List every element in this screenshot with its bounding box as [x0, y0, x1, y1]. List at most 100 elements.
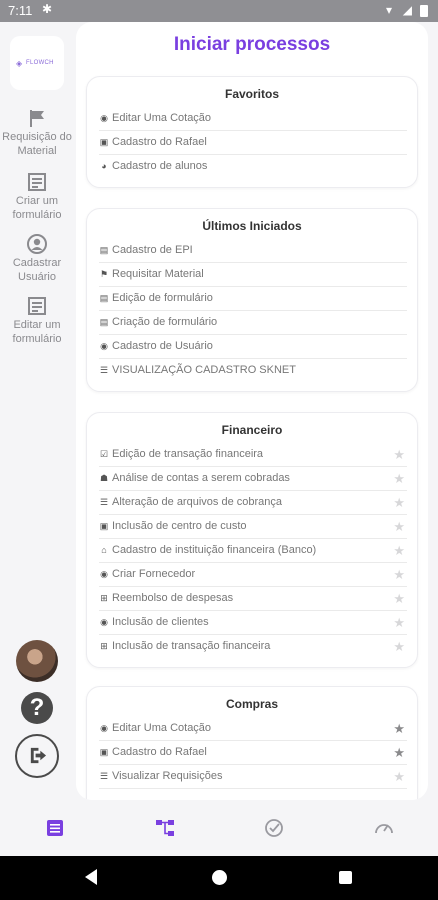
star-icon[interactable]: ★ — [393, 491, 405, 514]
card-financeiro: Financeiro ☑ Edição de transação financei… — [86, 412, 418, 668]
star-icon[interactable]: ★ — [393, 443, 405, 466]
list-item-label: Cadastro do Rafael — [112, 746, 207, 758]
grid-icon: ⊞ — [100, 641, 108, 651]
dashboard-tab-icon[interactable] — [374, 818, 394, 838]
card-title: Favoritos — [224, 87, 279, 101]
list-item[interactable]: ◉ Cadastro de Usuário — [99, 335, 407, 359]
list-item[interactable]: ◕ Cadastro de alunos — [99, 155, 407, 179]
sidebar: ◈ FLOWCH Requisição do Material Criar um… — [0, 22, 74, 802]
sidebar-item-label: Requisição do Material — [2, 131, 72, 157]
card-favoritos: Favoritos ◉ Editar Uma Cotação ▣ Cadastro … — [86, 76, 418, 188]
list-item-label: Cadastro do Rafael — [112, 136, 207, 148]
card-compras: Compras ◉ Editar Uma Cotação ★ ▣ Cadastro d… — [86, 686, 418, 800]
list-item[interactable]: ☰ Alteração de arquivos de cobrança ★ — [99, 491, 407, 515]
list-item-label: Editar Uma Cotação — [112, 722, 212, 734]
list-item[interactable]: ▤ Edição de formulário — [99, 287, 407, 311]
sidebar-item-cadastrar-usuario[interactable]: Cadastrar Usuário — [0, 234, 74, 284]
list-item-label: Visualizar Requisições — [112, 770, 223, 782]
list-icon: ☰ — [99, 497, 109, 507]
list-item-label: Inclusão de transação financeira — [112, 640, 271, 652]
signal-icon: ◢ — [402, 3, 412, 17]
eye-icon: ◉ — [100, 723, 108, 733]
list-item[interactable]: ⊞ Reembolso de despesas ★ — [99, 587, 407, 611]
forms-tab-icon[interactable] — [45, 818, 65, 838]
status-bar: 7:11 ✱ ▾ ◢ — [0, 0, 438, 22]
back-icon[interactable] — [85, 869, 97, 885]
home-icon[interactable] — [212, 870, 227, 885]
list-icon: ☰ — [99, 365, 109, 375]
list-item[interactable]: ▣ Cadastro do Rafael ★ — [99, 741, 407, 765]
app-logo[interactable]: ◈ FLOWCH — [10, 36, 64, 90]
list-item-label: Criação de formulário — [112, 316, 218, 328]
cog-icon: ▣ — [99, 137, 109, 147]
help-icon[interactable]: ? — [21, 692, 53, 724]
list-item[interactable]: ◉ Inclusão de clientes ★ — [99, 611, 407, 635]
star-icon[interactable]: ★ — [393, 765, 405, 788]
sidebar-item-editar-formulario[interactable]: Editar um formulário — [0, 296, 74, 346]
recent-apps-icon[interactable] — [339, 871, 352, 884]
list-item-label: Inclusão de centro de custo — [112, 520, 247, 532]
star-icon[interactable]: ★ — [393, 717, 405, 740]
list-item[interactable]: ▣ Inclusão de centro de custo ★ — [99, 515, 407, 539]
system-nav-bar — [0, 856, 438, 900]
main-panel: Iniciar processos Favoritos ◉ Editar Uma … — [76, 22, 428, 800]
list-item-label: Cadastro de Usuário — [112, 340, 213, 352]
list-item-label: Criar Fornecedor — [112, 568, 196, 580]
card-title: Compras — [225, 697, 278, 711]
page-title: Iniciar processos — [173, 34, 331, 55]
cog-icon: ▣ — [99, 747, 109, 757]
list-item[interactable]: ◉ Criar Fornecedor ★ — [99, 563, 407, 587]
settings-status-icon: ✱ — [42, 2, 53, 16]
eye-icon: ◉ — [100, 113, 108, 123]
pie-icon: ◕ — [101, 161, 107, 171]
list-item[interactable]: ☑ Edição de transação financeira ★ — [99, 443, 407, 467]
list-item[interactable]: ◉ Editar Uma Cotação — [99, 107, 407, 131]
card-title: Últimos Iniciados — [202, 219, 302, 233]
star-icon[interactable]: ★ — [393, 587, 405, 610]
list-item-label: Análise de contas a serem cobradas — [112, 472, 290, 484]
sidebar-item-label: Criar um formulário — [12, 195, 62, 221]
card-title: Financeiro — [221, 423, 283, 437]
list-item[interactable]: ☰ VISUALIZAÇÃO CADASTRO SKNET — [99, 359, 407, 383]
eye-icon: ◉ — [100, 617, 108, 627]
avatar[interactable] — [16, 640, 58, 682]
star-icon[interactable]: ★ — [393, 539, 405, 562]
star-icon[interactable]: ★ — [393, 611, 405, 634]
status-time: 7:11 — [8, 3, 33, 18]
list-item[interactable]: ☗ Análise de contas a serem cobradas ★ — [99, 467, 407, 491]
tasks-tab-icon[interactable] — [264, 818, 284, 838]
processes-tab-icon[interactable] — [155, 818, 175, 838]
sidebar-item-criar-formulario[interactable]: Criar um formulário — [0, 172, 74, 222]
list-item-label: Inclusão de clientes — [112, 616, 209, 628]
list-item-label: Reembolso de despesas — [112, 592, 234, 604]
star-icon[interactable]: ★ — [393, 635, 405, 658]
star-icon[interactable]: ★ — [393, 467, 405, 490]
sidebar-item-requisicao[interactable]: Requisição do Material — [0, 108, 74, 158]
list-item[interactable]: ▤ Cadastro de EPI — [99, 239, 407, 263]
bottom-nav — [0, 800, 438, 856]
logout-icon — [30, 747, 47, 764]
list-item[interactable]: ⌂ Cadastro de instituição financeira (Ban… — [99, 539, 407, 563]
star-icon[interactable]: ★ — [393, 741, 405, 764]
logout-button[interactable] — [15, 734, 59, 778]
list-item[interactable]: ▤ Criação de formulário — [99, 311, 407, 335]
bank-icon: ⌂ — [101, 545, 107, 555]
star-icon[interactable]: ★ — [393, 563, 405, 586]
user-icon — [27, 234, 47, 254]
sidebar-item-label: Editar um formulário — [12, 319, 62, 345]
card-ultimos-iniciados: Últimos Iniciados ▤ Cadastro de EPI ⚑ Requ… — [86, 208, 418, 392]
doc-icon: ▤ — [99, 245, 109, 255]
form-icon: ▤ — [99, 293, 109, 303]
list-item[interactable]: ⊞ Inclusão de transação financeira ★ — [99, 635, 407, 659]
list-item-label: Editar Uma Cotação — [112, 112, 212, 124]
list-item[interactable]: ▣ Cadastro do Rafael — [99, 131, 407, 155]
form-icon — [28, 297, 46, 315]
logo-mark-icon: ◈ — [16, 59, 23, 68]
money-icon: ▣ — [99, 521, 109, 531]
list-item[interactable]: ☰ Visualizar Requisições ★ — [99, 765, 407, 789]
wifi-icon: ▾ — [385, 3, 392, 17]
form-icon — [28, 173, 46, 191]
list-item[interactable]: ⚑ Requisitar Material — [99, 263, 407, 287]
list-item[interactable]: ◉ Editar Uma Cotação ★ — [99, 717, 407, 741]
star-icon[interactable]: ★ — [393, 515, 405, 538]
